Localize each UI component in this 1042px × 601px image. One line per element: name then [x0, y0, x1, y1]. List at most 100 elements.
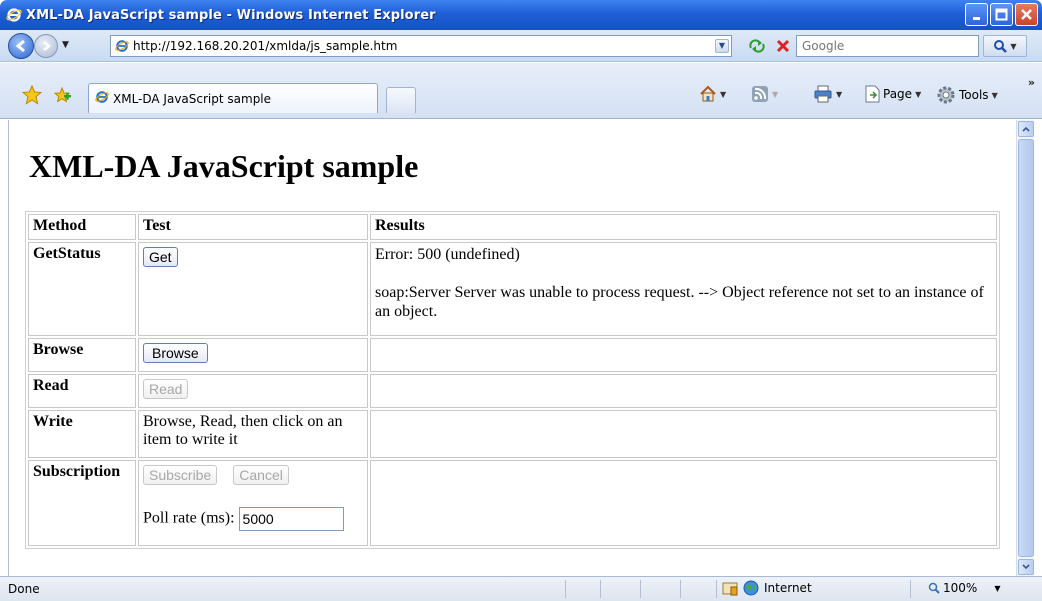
stop-icon [776, 39, 790, 53]
search-box[interactable] [796, 35, 979, 57]
new-tab-button[interactable] [386, 87, 416, 113]
cancel-button[interactable]: Cancel [233, 465, 289, 485]
window-controls [965, 3, 1038, 26]
forward-button[interactable] [34, 34, 58, 58]
chevron-down-icon [1022, 564, 1030, 570]
results-write-cell [370, 410, 997, 458]
title-bar[interactable]: XML-DA JavaScript sample - Windows Inter… [0, 0, 1042, 30]
print-dropdown-arrow[interactable]: ▼ [836, 90, 842, 99]
table-header-row: Method Test Results [28, 214, 997, 240]
minimize-icon [972, 16, 980, 20]
tools-menu-label: Tools [959, 88, 989, 102]
search-input[interactable] [802, 39, 978, 53]
results-browse-cell [370, 338, 997, 372]
method-getstatus: GetStatus [28, 242, 136, 336]
vertical-scrollbar[interactable] [1016, 120, 1034, 576]
page-menu-label: Page [883, 87, 913, 101]
page-dropdown-arrow: ▼ [915, 89, 922, 99]
results-subscription-cell [370, 460, 997, 546]
zoom-dropdown-arrow[interactable]: ▼ [994, 584, 1000, 593]
poll-rate-label: Poll rate (ms): [143, 509, 235, 527]
tab-ie-icon [95, 90, 109, 107]
home-button[interactable]: ▼ [699, 85, 726, 103]
url-dropdown-button[interactable]: ▼ [715, 39, 729, 53]
header-method: Method [28, 214, 136, 240]
magnifier-icon [994, 40, 1008, 53]
test-read-cell: Read [138, 374, 368, 408]
ie-logo-icon [6, 7, 22, 23]
get-button[interactable]: Get [143, 247, 178, 267]
test-browse-cell: Browse [138, 338, 368, 372]
minimize-button[interactable] [965, 3, 988, 26]
page-title: XML-DA JavaScript sample [29, 148, 419, 184]
feeds-dropdown-arrow[interactable]: ▼ [772, 90, 778, 99]
method-read: Read [28, 374, 136, 408]
scroll-down-button[interactable] [1018, 559, 1034, 575]
getstatus-error-message: soap:Server Server was unable to process… [375, 284, 984, 320]
window-title: XML-DA JavaScript sample - Windows Inter… [26, 7, 436, 23]
search-button[interactable]: ▼ [983, 35, 1027, 57]
header-test: Test [138, 214, 368, 240]
zoom-level: 100% [943, 581, 978, 595]
scroll-thumb[interactable] [1018, 139, 1034, 557]
write-instructions: Browse, Read, then click on an item to w… [138, 410, 368, 458]
back-arrow-icon [15, 39, 25, 53]
zone-label: Internet [764, 581, 812, 595]
refresh-button[interactable] [747, 37, 767, 55]
poll-rate-row: Poll rate (ms): [143, 507, 363, 531]
status-text: Done [8, 582, 40, 596]
forward-arrow-icon [43, 41, 52, 51]
maximize-button[interactable] [990, 3, 1013, 26]
search-options-dropdown[interactable]: ▼ [1010, 42, 1016, 51]
recent-pages-dropdown[interactable]: ▼ [62, 40, 69, 50]
tab-xmlda-sample[interactable]: XML-DA JavaScript sample [88, 83, 378, 113]
printer-icon [814, 85, 832, 103]
status-divider [640, 580, 641, 598]
page-viewport: XML-DA JavaScript sample Method Test Res… [8, 120, 1016, 576]
url-text: http://192.168.20.201/xmlda/js_sample.ht… [133, 39, 398, 53]
add-favorites-icon[interactable] [52, 85, 72, 108]
back-button[interactable] [8, 33, 34, 59]
refresh-icon [749, 39, 765, 53]
close-button[interactable] [1015, 3, 1038, 26]
status-divider [680, 580, 681, 598]
subscribe-button[interactable]: Subscribe [143, 465, 218, 485]
getstatus-error-code: Error: 500 (undefined) [375, 246, 520, 263]
status-bar: Done Internet 100% ▼ [0, 576, 1042, 601]
poll-rate-input[interactable] [238, 507, 344, 531]
browse-button[interactable]: Browse [143, 343, 208, 363]
protected-mode-icon [722, 582, 738, 596]
chevron-up-icon [1022, 126, 1030, 132]
test-getstatus-cell: Get [138, 242, 368, 336]
tab-label: XML-DA JavaScript sample [113, 91, 272, 106]
globe-icon [743, 580, 759, 596]
page-menu-button[interactable]: Page ▼ [864, 85, 921, 103]
favorites-star-icon[interactable] [21, 84, 43, 108]
zoom-magnifier-icon [928, 582, 940, 594]
method-write: Write [28, 410, 136, 458]
scroll-up-button[interactable] [1018, 121, 1034, 137]
stop-button[interactable] [773, 36, 793, 56]
feeds-button[interactable]: ▼ [751, 85, 778, 103]
rss-feed-icon [752, 86, 768, 102]
more-commands-chevron[interactable]: » [1028, 76, 1035, 89]
status-divider [565, 580, 566, 598]
security-zone[interactable]: Internet [722, 580, 812, 596]
test-subscription-cell: Subscribe Cancel Poll rate (ms): [138, 460, 368, 546]
home-dropdown-arrow[interactable]: ▼ [720, 90, 726, 99]
method-browse: Browse [28, 338, 136, 372]
tools-menu-button[interactable]: Tools ▼ [936, 85, 998, 105]
url-field[interactable]: http://192.168.20.201/xmlda/js_sample.ht… [110, 35, 732, 57]
home-icon [700, 85, 716, 102]
print-button[interactable]: ▼ [813, 85, 842, 103]
read-button[interactable]: Read [143, 379, 189, 399]
status-divider [910, 580, 911, 598]
page-ie-icon [114, 38, 130, 54]
results-read-cell [370, 374, 997, 408]
zoom-control[interactable]: 100% ▼ [928, 581, 1000, 595]
row-write: Write Browse, Read, then click on an ite… [28, 410, 997, 458]
method-subscription: Subscription [28, 460, 136, 546]
status-divider [716, 580, 717, 598]
tab-command-bar: XML-DA JavaScript sample ▼ ▼ ▼ Page ▼ To… [0, 63, 1042, 119]
gear-icon [937, 86, 955, 104]
